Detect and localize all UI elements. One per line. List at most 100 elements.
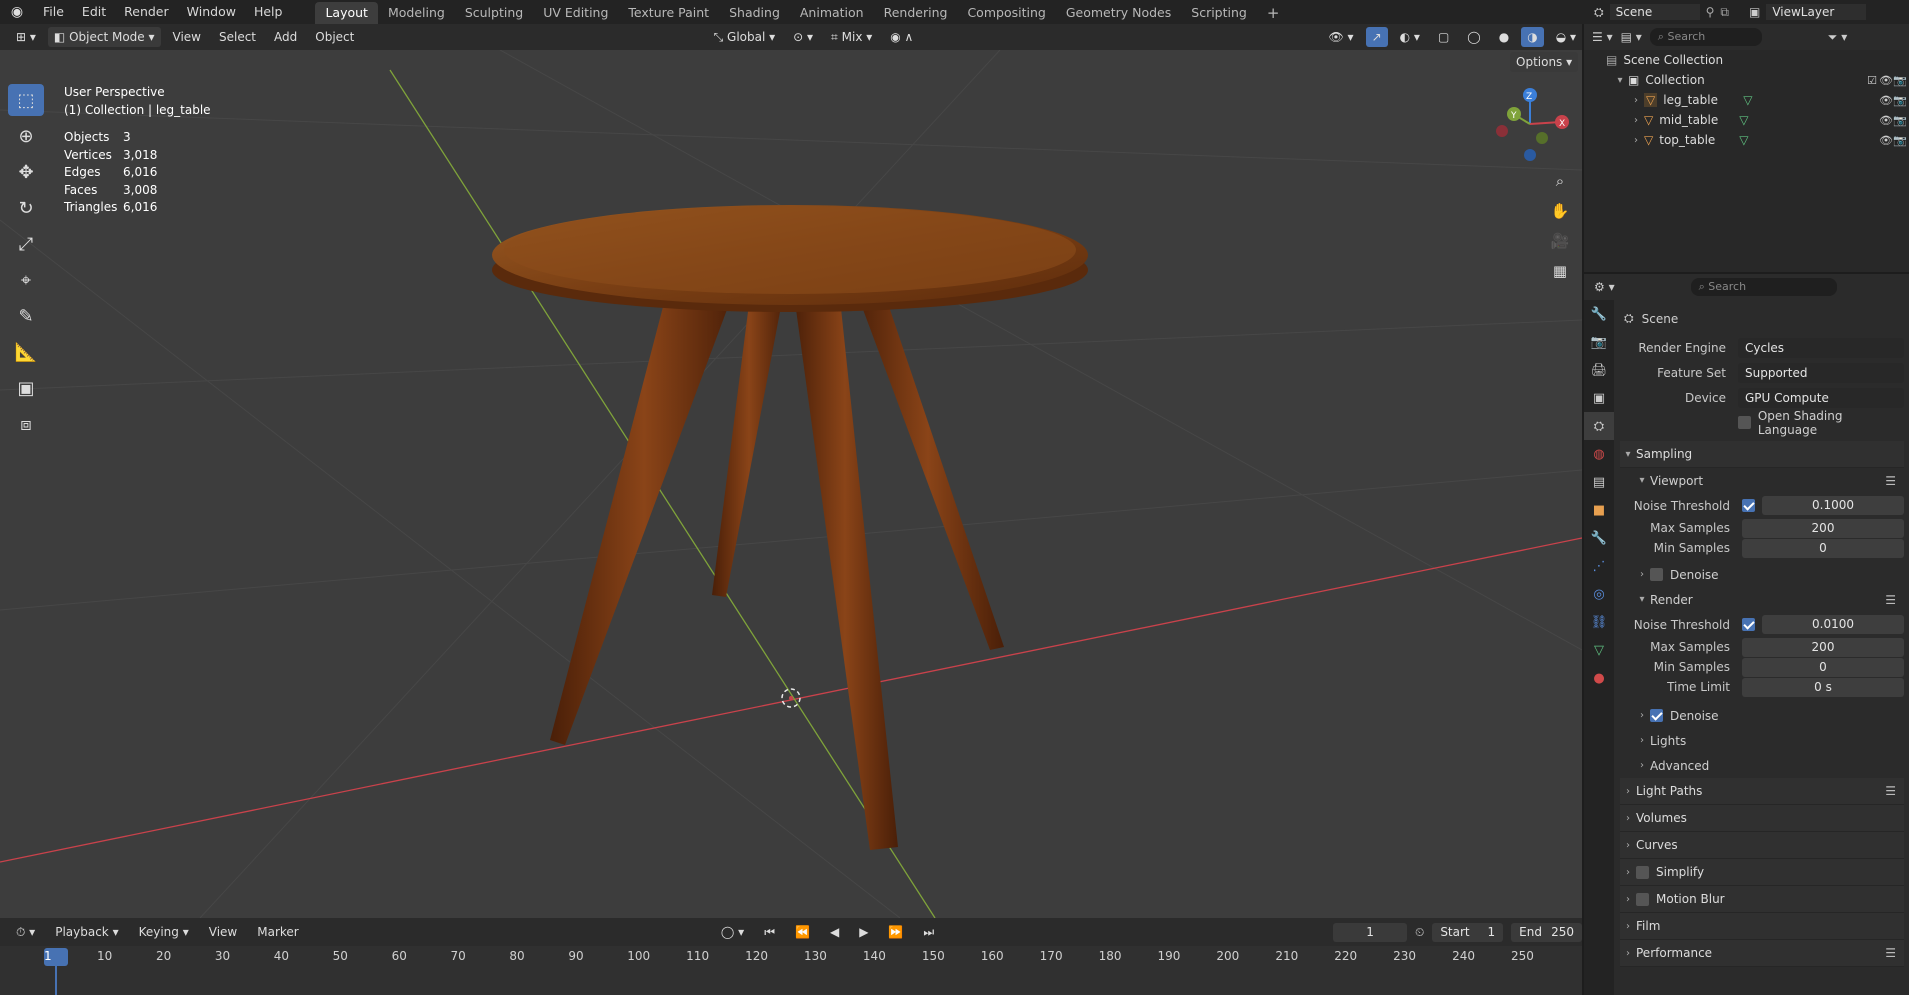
move-tool-icon[interactable]: ✥ — [8, 156, 44, 188]
tab-shading[interactable]: Shading — [719, 2, 790, 24]
tab-geometry-nodes[interactable]: Geometry Nodes — [1056, 2, 1181, 24]
collection-tab-icon[interactable]: ▤ — [1584, 468, 1614, 496]
menu-view[interactable]: View — [167, 27, 207, 47]
menu-timeline-view[interactable]: View — [203, 922, 243, 942]
menu-object[interactable]: Object — [309, 27, 360, 47]
menu-keying[interactable]: Keying ▾ — [133, 922, 195, 942]
proportional-edit-icon[interactable]: ◉ ∧ — [884, 27, 919, 47]
view-layer-tab-icon[interactable]: ▣ — [1584, 384, 1614, 412]
render-noise-checkbox[interactable] — [1742, 618, 1755, 631]
render-engine-dropdown[interactable]: Cycles — [1738, 337, 1904, 358]
play-reverse-icon[interactable]: ◀ — [824, 922, 845, 942]
film-panel[interactable]: › Film — [1620, 913, 1904, 940]
tab-texture-paint[interactable]: Texture Paint — [618, 2, 719, 24]
3d-viewport[interactable] — [0, 50, 1582, 918]
menu-add[interactable]: Add — [268, 27, 303, 47]
cursor-tool-icon[interactable]: ⊕ — [8, 120, 44, 152]
light-paths-panel[interactable]: › Light Paths ☰ — [1620, 778, 1904, 805]
material-tab-icon[interactable]: ● — [1584, 664, 1614, 692]
advanced-subpanel[interactable]: › Advanced — [1620, 753, 1904, 778]
tab-layout[interactable]: Layout — [315, 2, 378, 24]
outliner-search-field[interactable]: ⌕ Search — [1649, 28, 1762, 46]
motion-blur-checkbox[interactable] — [1636, 892, 1649, 906]
camera-view-icon[interactable]: 🎥 — [1547, 228, 1573, 254]
pin-icon[interactable]: ⚲ — [1706, 5, 1715, 19]
menu-file[interactable]: File — [34, 0, 73, 24]
display-mode-icon[interactable]: ▤ ▾ — [1621, 30, 1642, 44]
viewport-noise-checkbox[interactable] — [1742, 499, 1755, 512]
render-noise-field[interactable]: 0.0100 — [1762, 615, 1904, 634]
menu-window[interactable]: Window — [178, 0, 245, 24]
camera-icon[interactable]: 📷 — [1893, 114, 1907, 127]
shading-material-icon[interactable]: ◑ — [1521, 27, 1544, 47]
constraints-tab-icon[interactable]: ⛓ — [1584, 608, 1614, 636]
physics-tab-icon[interactable]: ◎ — [1584, 580, 1614, 608]
editor-type-icon[interactable]: ⊞ ▾ — [10, 27, 42, 47]
render-denoise-row[interactable]: › Denoise — [1620, 703, 1904, 728]
list-icon[interactable]: ☰ — [1885, 946, 1896, 960]
exclude-checkbox-icon[interactable]: ☑ — [1867, 74, 1877, 87]
time-limit-field[interactable]: 0 s — [1742, 677, 1904, 697]
navigation-gizmo[interactable]: Z X Y — [1490, 82, 1570, 168]
outliner-collection[interactable]: ▾ ▣ Collection ☑ 👁 📷 — [1584, 70, 1909, 90]
table-model[interactable] — [492, 205, 1088, 850]
outliner-editor-icon[interactable]: ☰ ▾ — [1592, 30, 1613, 44]
camera-icon[interactable]: 📷 — [1893, 74, 1907, 87]
gizmo-toggle-icon[interactable]: ↗ — [1365, 27, 1388, 47]
select-box-icon[interactable]: ⬚ — [8, 84, 44, 116]
options-dropdown[interactable]: Options ▾ — [1510, 52, 1579, 72]
next-keyframe-icon[interactable]: ⏩ — [882, 922, 909, 942]
auto-keying-icon[interactable]: ◯ ▾ — [715, 922, 750, 942]
blender-logo-icon[interactable]: ◉ — [0, 4, 34, 20]
data-tab-icon[interactable]: ▽ — [1584, 636, 1614, 664]
overlay-toggle-icon[interactable]: ◐ ▾ — [1394, 27, 1426, 47]
menu-select[interactable]: Select — [213, 27, 262, 47]
shading-rendered-icon[interactable]: ◒ ▾ — [1550, 27, 1582, 47]
tab-rendering[interactable]: Rendering — [874, 2, 958, 24]
viewport-denoise-checkbox[interactable] — [1650, 568, 1663, 581]
render-denoise-checkbox[interactable] — [1650, 709, 1663, 722]
view-layer-name[interactable]: ViewLayer — [1766, 4, 1867, 20]
render-subpanel-header[interactable]: ▾ Render ☰ — [1620, 587, 1904, 612]
3d-cursor[interactable] — [781, 688, 801, 708]
shading-wireframe-icon[interactable]: ◯ — [1461, 27, 1486, 47]
visibility-icon[interactable]: 👁 ▾ — [1322, 27, 1359, 47]
snap-dropdown[interactable]: ⌗ Mix ▾ — [825, 27, 878, 47]
new-scene-icon[interactable]: ⧉ — [1720, 5, 1729, 20]
menu-marker[interactable]: Marker — [251, 922, 304, 942]
render-max-samples-field[interactable]: 200 — [1742, 637, 1904, 657]
tool-tab-icon[interactable]: 🔧 — [1584, 300, 1614, 328]
jump-start-icon[interactable]: ⏮ — [758, 922, 781, 942]
tab-sculpting[interactable]: Sculpting — [455, 2, 533, 24]
mode-dropdown[interactable]: ◧ Object Mode ▾ — [47, 27, 161, 47]
list-icon[interactable]: ☰ — [1885, 593, 1896, 607]
pivot-dropdown[interactable]: ⊙ ▾ — [787, 27, 819, 47]
feature-set-dropdown[interactable]: Supported — [1738, 362, 1904, 383]
properties-editor-icon[interactable]: ⚙ ▾ — [1594, 280, 1615, 294]
chevron-right-icon[interactable]: › — [1628, 135, 1644, 146]
render-tab-icon[interactable]: 📷 — [1584, 328, 1614, 356]
viewport-scene[interactable] — [0, 50, 1582, 918]
viewport-max-samples-field[interactable]: 200 — [1742, 518, 1904, 538]
eye-icon[interactable]: 👁 — [1879, 114, 1893, 127]
eye-icon[interactable]: 👁 — [1879, 74, 1893, 87]
eye-icon[interactable]: 👁 — [1879, 94, 1893, 107]
simplify-panel[interactable]: › Simplify — [1620, 859, 1904, 886]
outliner-item-leg-table[interactable]: › ▽ leg_table ▽ 👁 📷 — [1584, 90, 1909, 110]
timeline-ruler[interactable]: 1 10 20 30 40 50 60 70 80 90 100 110 120 130 140 150 160… — [0, 946, 1582, 995]
outliner-scene-collection[interactable]: ▤ Scene Collection — [1584, 50, 1909, 70]
simplify-checkbox[interactable] — [1636, 865, 1649, 879]
preview-range-icon[interactable]: ⏲ — [1415, 925, 1424, 940]
orientation-dropdown[interactable]: ⤡ Global ▾ — [708, 27, 782, 47]
add-cube-tool-icon[interactable]: ▣ — [8, 372, 44, 404]
rotate-tool-icon[interactable]: ↻ — [8, 192, 44, 224]
add-workspace-icon[interactable]: + — [1257, 2, 1290, 24]
chevron-right-icon[interactable]: › — [1628, 115, 1644, 126]
camera-icon[interactable]: 📷 — [1893, 94, 1907, 107]
modifier-tab-icon[interactable]: 🔧 — [1584, 524, 1614, 552]
object-tab-icon[interactable]: ■ — [1584, 496, 1614, 524]
measure-tool-icon[interactable]: 📐 — [8, 336, 44, 368]
viewport-noise-field[interactable]: 0.1000 — [1762, 496, 1904, 515]
xray-toggle-icon[interactable]: ▢ — [1432, 27, 1455, 47]
viewport-denoise-row[interactable]: › Denoise — [1620, 562, 1904, 587]
